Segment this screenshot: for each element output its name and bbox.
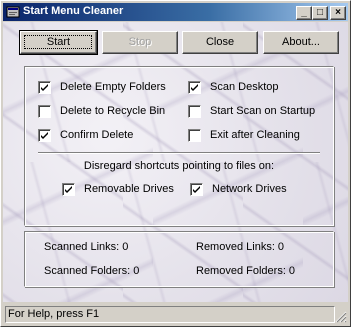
checkmark-icon <box>41 84 48 91</box>
network-drives-label: Network Drives <box>212 183 287 195</box>
close-button-label: Close <box>205 36 235 48</box>
minimize-button[interactable]: _ <box>296 6 312 20</box>
removed-folders-stat: Removed Folders: 0 <box>196 265 296 277</box>
delete-to-recycle-bin-label: Delete to Recycle Bin <box>60 105 166 117</box>
checkmark-icon <box>41 132 48 139</box>
resize-grip-icon[interactable] <box>335 311 347 323</box>
window-title: Start Menu Cleaner <box>23 5 124 17</box>
close-button[interactable]: Close <box>182 31 258 54</box>
checkbox-box[interactable] <box>38 81 51 94</box>
confirm-delete-label: Confirm Delete <box>60 129 134 141</box>
checkmark-icon <box>65 186 72 193</box>
checkbox-box[interactable] <box>190 183 203 196</box>
minimize-icon: _ <box>301 7 307 18</box>
options-group: Delete Empty Folders Delete to Recycle B… <box>24 66 334 226</box>
app-icon[interactable] <box>6 5 20 19</box>
checkbox-box[interactable] <box>188 81 201 94</box>
checkbox-box[interactable] <box>62 183 75 196</box>
stats-group: Scanned Links: 0 Removed Links: 0 Scanne… <box>24 231 334 287</box>
close-icon: × <box>335 7 341 18</box>
delete-empty-folders-label: Delete Empty Folders <box>60 81 166 93</box>
removable-drives-label: Removable Drives <box>84 183 174 195</box>
close-window-button[interactable]: × <box>330 6 346 20</box>
start-button[interactable]: Start <box>19 30 98 55</box>
status-bar: For Help, press F1 <box>3 304 348 324</box>
start-scan-on-startup-label: Start Scan on Startup <box>210 105 316 117</box>
scan-desktop-label: Scan Desktop <box>210 81 279 93</box>
scanned-links-stat: Scanned Links: 0 <box>44 241 129 253</box>
main-window: Start Menu Cleaner _ □ × Start Stop Clos… <box>0 0 351 327</box>
about-button[interactable]: About... <box>263 31 339 54</box>
checkbox-box[interactable] <box>38 129 51 142</box>
stop-button-label: Stop <box>128 36 152 48</box>
title-bar[interactable]: Start Menu Cleaner _ □ × <box>3 3 348 21</box>
client-area: Start Stop Close About... Delete Empty F… <box>3 22 348 302</box>
options-divider <box>38 152 320 154</box>
scanned-folders-stat: Scanned Folders: 0 <box>44 265 140 277</box>
checkbox-box[interactable] <box>188 129 201 142</box>
maximize-button[interactable]: □ <box>312 6 328 20</box>
disregard-heading: Disregard shortcuts pointing to files on… <box>83 160 275 172</box>
removed-links-stat: Removed Links: 0 <box>196 241 285 253</box>
status-text: For Help, press F1 <box>5 306 335 323</box>
stop-button[interactable]: Stop <box>102 31 178 54</box>
checkmark-icon <box>191 84 198 91</box>
checkbox-box[interactable] <box>38 105 51 118</box>
checkbox-box[interactable] <box>188 105 201 118</box>
checkmark-icon <box>193 186 200 193</box>
about-button-label: About... <box>282 36 320 48</box>
maximize-icon: □ <box>316 7 324 18</box>
exit-after-cleaning-label: Exit after Cleaning <box>210 129 300 141</box>
